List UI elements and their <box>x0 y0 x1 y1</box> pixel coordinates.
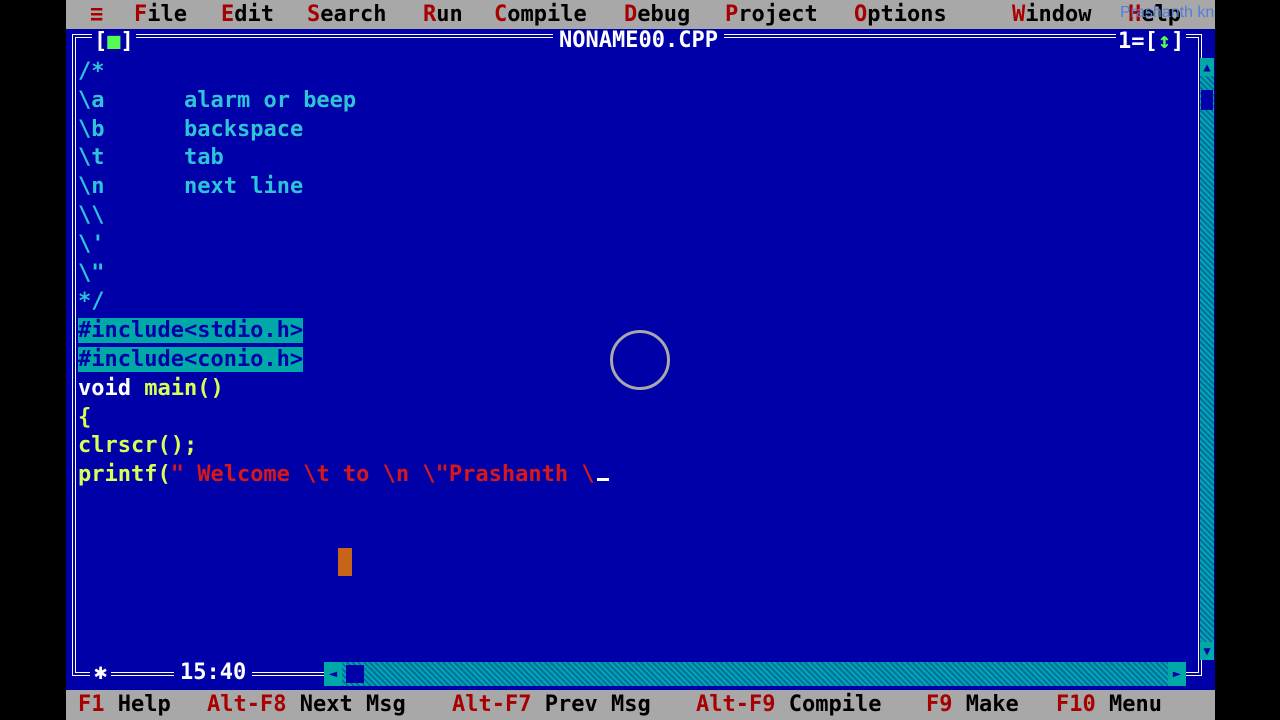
menu-file-label: ile <box>147 2 187 27</box>
horizontal-scroll-thumb[interactable] <box>346 665 364 683</box>
menu-search[interactable]: Search <box>307 1 386 28</box>
window-number[interactable]: 1=[↕] <box>1116 29 1187 54</box>
code-line: void main() <box>78 375 609 404</box>
menu-file-hotkey: F <box>134 2 148 27</box>
menu-project-hotkey: P <box>725 2 739 27</box>
menu-run-label: un <box>436 2 463 27</box>
main-declaration: main() <box>130 375 224 401</box>
code-line: \n next line <box>78 173 609 202</box>
menu-search-hotkey: S <box>307 2 321 27</box>
escape-seq: \t <box>78 145 105 171</box>
fkey-key: F1 <box>78 692 105 717</box>
fkey-label: Make <box>952 692 1019 717</box>
printf-string: " Welcome \t to \n \"Prashanth \ <box>170 462 595 488</box>
code-line: clrscr(); <box>78 433 198 459</box>
menu-run-hotkey: R <box>423 2 437 27</box>
code-line: { <box>78 404 92 430</box>
horizontal-scrollbar[interactable]: ◄ ► <box>324 662 1186 686</box>
fkey-make[interactable]: F9 Make <box>926 692 1019 718</box>
window-title: NONAME00.CPP <box>553 29 724 53</box>
menu-project-label: roject <box>738 2 818 27</box>
function-key-bar: F1 Help Alt-F8 Next Msg Alt-F7 Prev Msg … <box>66 690 1215 720</box>
code-line: \t tab <box>78 144 609 173</box>
fkey-key: Alt-F7 <box>452 692 532 717</box>
menu-edit-label: dit <box>234 2 274 27</box>
code-line: #include<stdio.h> <box>78 317 609 346</box>
fkey-label: Help <box>104 692 171 717</box>
menu-debug[interactable]: Debug <box>624 1 690 28</box>
code-line: */ <box>78 289 105 315</box>
menu-bar: ≡ File Edit Search Run Compile Debug Pro… <box>66 0 1215 29</box>
keyword-void: void <box>78 375 131 401</box>
escape-seq: \a <box>78 87 105 113</box>
fkey-key: Alt-F8 <box>207 692 287 717</box>
code-line: #include<conio.h> <box>78 346 609 375</box>
vertical-scroll-thumb[interactable] <box>1201 90 1213 110</box>
code-line: \a alarm or beep <box>78 87 609 116</box>
code-line: \b backspace <box>78 116 609 145</box>
modified-indicator-icon: ✱ <box>90 660 112 686</box>
fkey-label: Menu <box>1095 692 1162 717</box>
code-line: \\ <box>78 202 105 228</box>
cursor-position: 15:40 <box>174 660 253 686</box>
system-menu-icon[interactable]: ≡ <box>90 1 103 28</box>
fkey-key: F10 <box>1056 692 1096 717</box>
fkey-menu[interactable]: F10 Menu <box>1056 692 1162 718</box>
code-line: /* <box>78 59 105 84</box>
code-editor[interactable]: /* \a alarm or beep \b backspace \t tab … <box>78 58 609 490</box>
selected-include: #include<stdio.h> <box>78 318 304 344</box>
menu-debug-label: ebug <box>637 2 691 27</box>
escape-desc: tab <box>183 145 224 171</box>
scroll-right-arrow-icon[interactable]: ► <box>1168 662 1186 686</box>
fkey-help[interactable]: F1 Help <box>78 692 171 718</box>
menu-compile-label: ompile <box>507 2 587 27</box>
code-line: \" <box>78 260 105 286</box>
menu-run[interactable]: Run <box>423 1 463 28</box>
turbo-cpp-ide: ≡ File Edit Search Run Compile Debug Pro… <box>66 0 1215 720</box>
loading-circle-icon <box>610 330 670 390</box>
selected-include: #include<conio.h> <box>78 346 304 372</box>
menu-edit-hotkey: E <box>221 2 235 27</box>
escape-seq: \n <box>78 174 105 200</box>
fkey-label: Prev Msg <box>531 692 651 717</box>
scroll-up-arrow-icon[interactable]: ▲ <box>1200 58 1214 76</box>
menu-debug-hotkey: D <box>624 2 638 27</box>
channel-watermark: Prashanth knowledge center <box>1120 4 1215 21</box>
window-number-value: 1 <box>1118 29 1132 54</box>
menu-compile-hotkey: C <box>494 2 508 27</box>
menu-search-label: earch <box>320 2 387 27</box>
menu-window[interactable]: Window <box>1012 1 1091 28</box>
fkey-next-msg[interactable]: Alt-F8 Next Msg <box>207 692 406 718</box>
menu-window-hotkey: W <box>1012 2 1026 27</box>
menu-file[interactable]: File <box>134 1 187 28</box>
printf-call: printf( <box>78 462 171 488</box>
zoom-icon[interactable]: ↕ <box>1158 29 1171 54</box>
mouse-cursor-block <box>338 548 352 576</box>
close-box-button[interactable]: [■] <box>92 30 136 54</box>
menu-options-label: ptions <box>867 2 947 27</box>
escape-desc: backspace <box>183 116 304 142</box>
scroll-down-arrow-icon[interactable]: ▼ <box>1200 642 1214 660</box>
menu-compile[interactable]: Compile <box>494 1 587 28</box>
menu-window-label: indow <box>1025 2 1092 27</box>
fkey-label: Compile <box>775 692 882 717</box>
fkey-compile[interactable]: Alt-F9 Compile <box>696 692 881 718</box>
scroll-left-arrow-icon[interactable]: ◄ <box>324 662 342 686</box>
vertical-scrollbar[interactable]: ▲ ▼ <box>1200 58 1214 660</box>
menu-options-hotkey: O <box>854 2 868 27</box>
text-cursor <box>596 478 609 482</box>
code-line: \' <box>78 231 105 257</box>
fkey-label: Next Msg <box>286 692 406 717</box>
escape-desc: alarm or beep <box>183 87 357 113</box>
fkey-key: F9 <box>926 692 953 717</box>
escape-desc: next line <box>183 174 304 200</box>
code-line: printf(" Welcome \t to \n \"Prashanth \ <box>78 461 609 490</box>
escape-seq: \b <box>78 116 105 142</box>
fkey-prev-msg[interactable]: Alt-F7 Prev Msg <box>452 692 651 718</box>
fkey-key: Alt-F9 <box>696 692 776 717</box>
menu-edit[interactable]: Edit <box>221 1 274 28</box>
menu-project[interactable]: Project <box>725 1 818 28</box>
menu-options[interactable]: Options <box>854 1 947 28</box>
